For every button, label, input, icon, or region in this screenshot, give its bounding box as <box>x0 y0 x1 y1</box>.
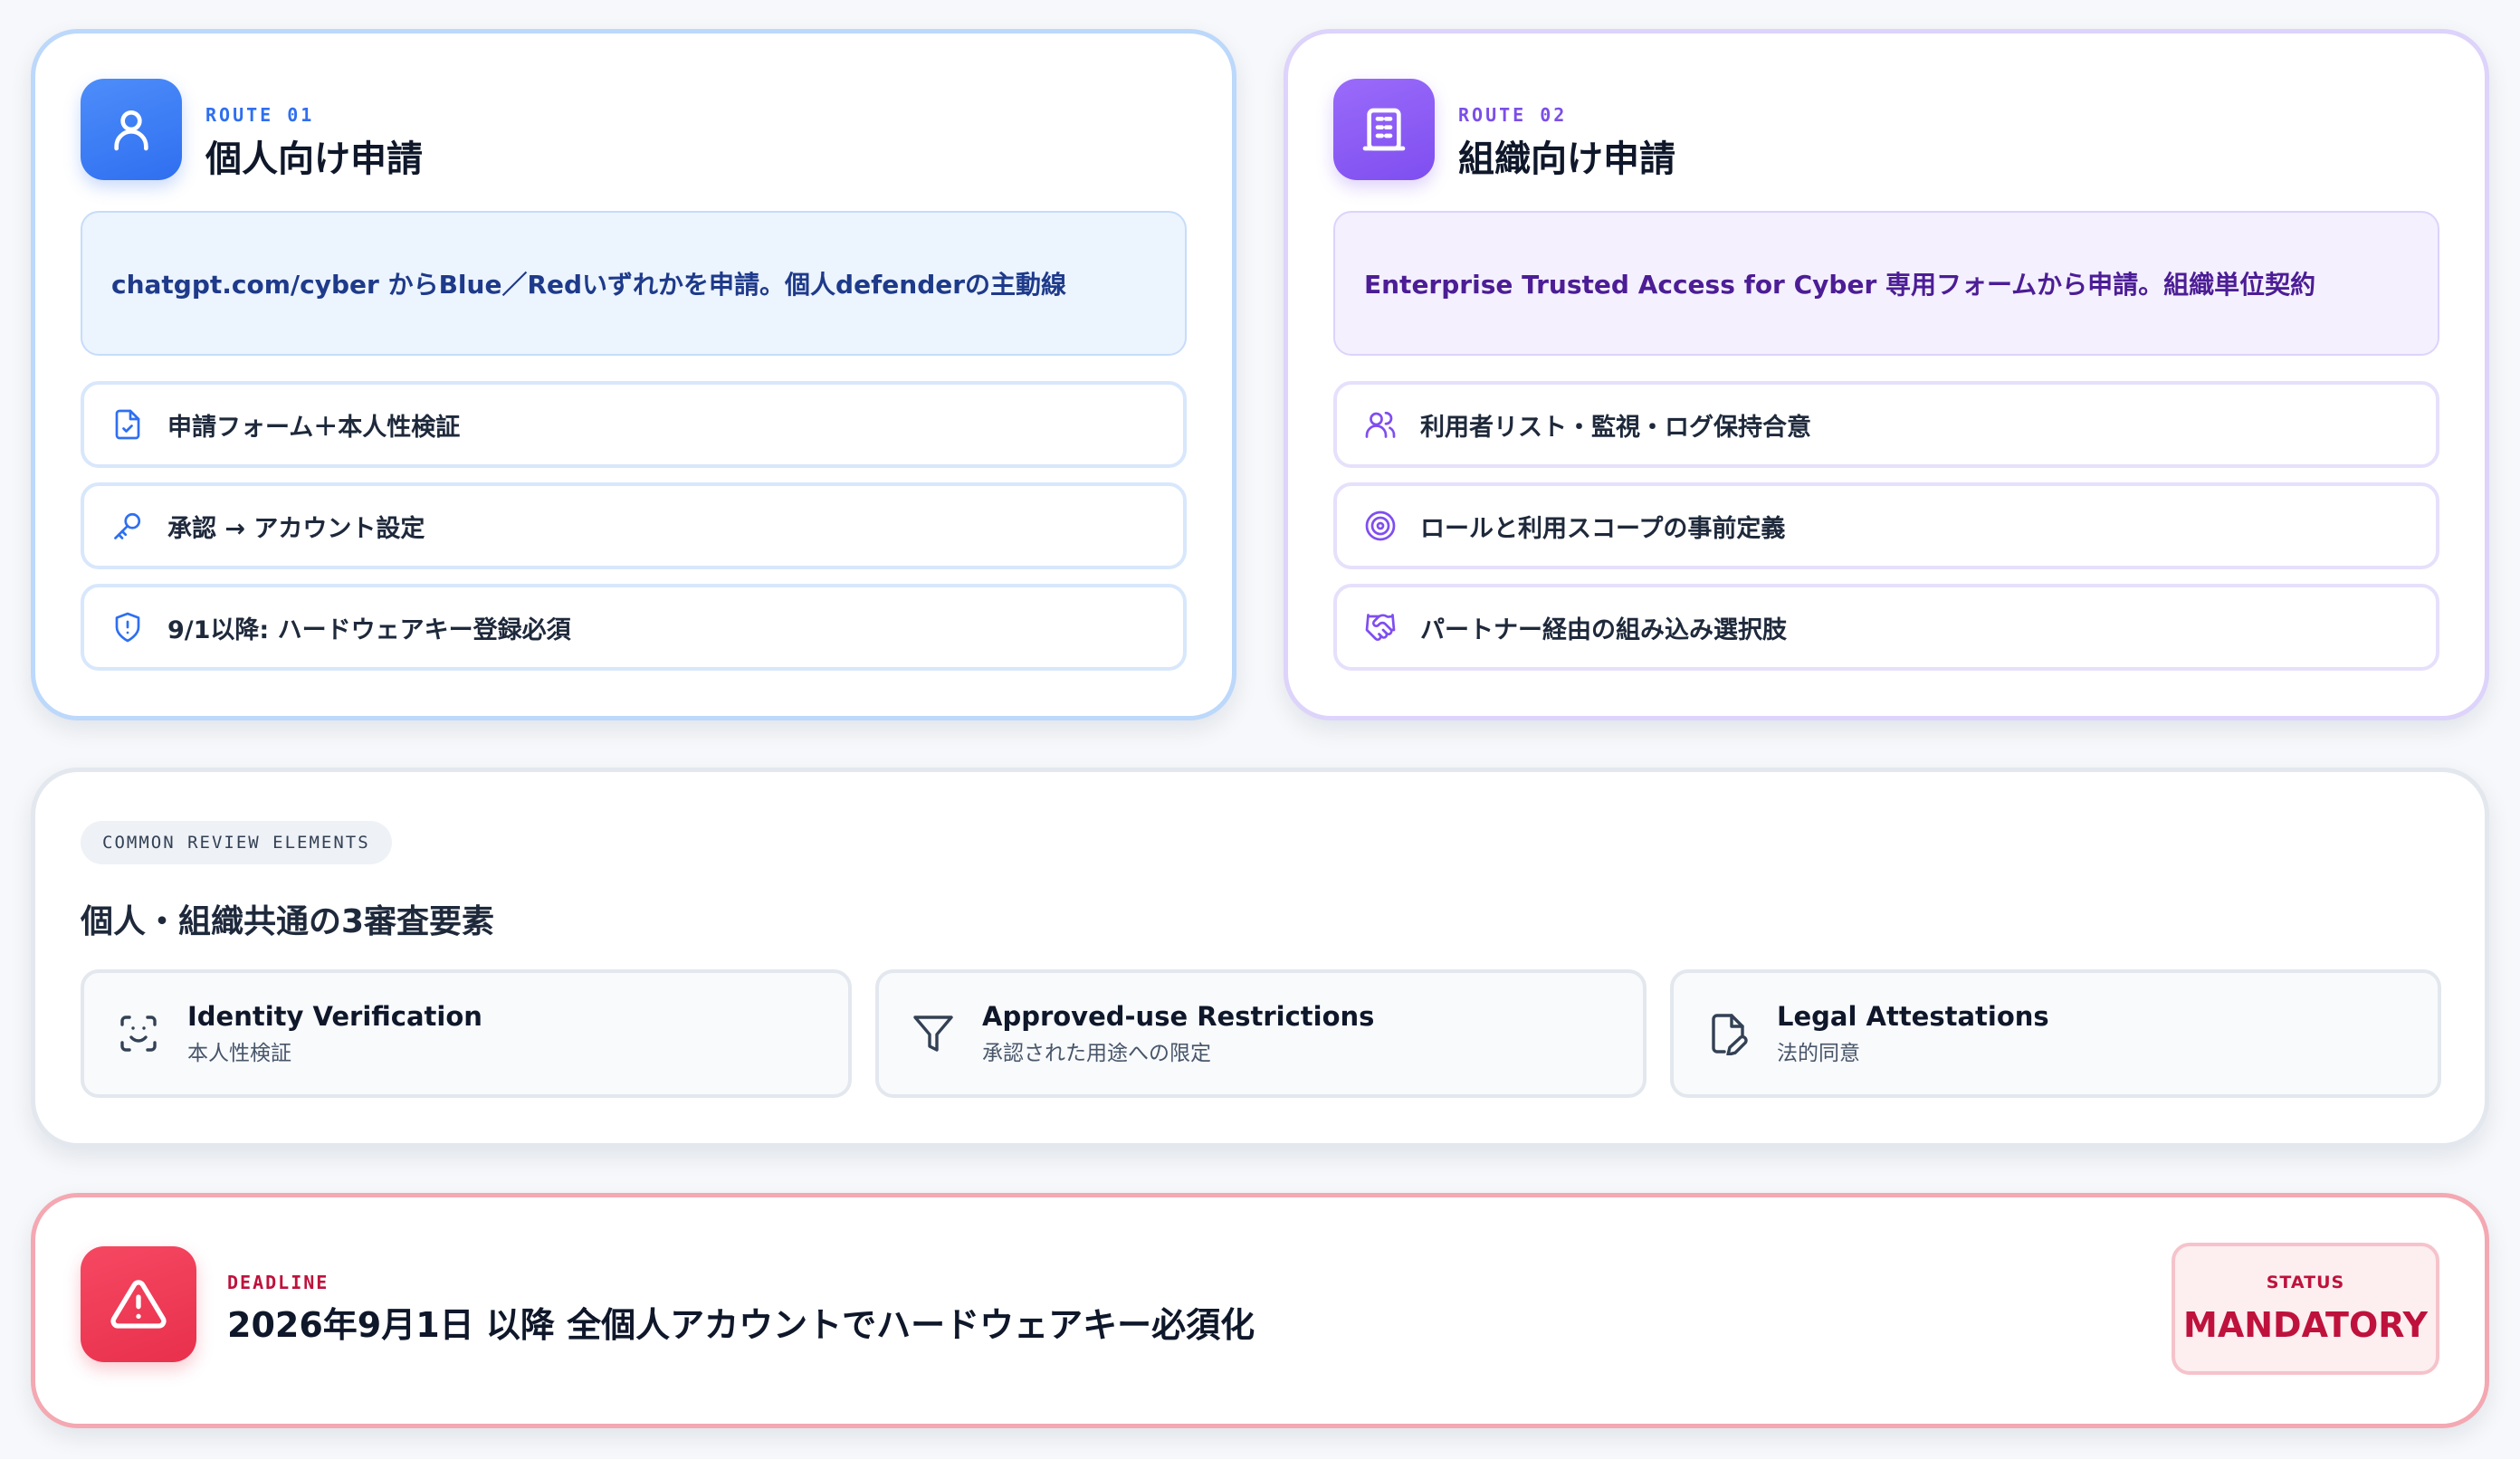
filter-icon <box>910 1010 957 1057</box>
review-title: Approved-use Restrictions <box>982 1001 1375 1032</box>
route-title: 個人向け申請 <box>205 138 423 180</box>
feature-text: 利用者リスト・監視・ログ保持合意 <box>1420 413 1811 442</box>
route-description: chatgpt.com/cyber からBlue／Redいずれかを申請。個人de… <box>81 211 1187 356</box>
review-subtitle: 法的同意 <box>1777 1042 1860 1065</box>
feature-item: パートナー経由の組み込み選択肢 <box>1333 584 2439 671</box>
feature-text: 9/1以降: ハードウェアキー登録必須 <box>167 615 571 644</box>
route-description: Enterprise Trusted Access for Cyber 専用フォ… <box>1333 211 2439 356</box>
route-label: ROUTE 01 <box>205 104 315 126</box>
status-value: MANDATORY <box>2183 1305 2428 1345</box>
route-label: ROUTE 02 <box>1458 104 1568 126</box>
warning-triangle-icon <box>81 1246 196 1362</box>
route-title: 組織向け申請 <box>1458 138 1675 180</box>
shield-alert-icon <box>110 609 146 645</box>
review-item: Legal Attestations 法的同意 <box>1670 969 2441 1098</box>
feature-text: 申請フォーム＋本人性検証 <box>167 413 461 442</box>
review-item: Approved-use Restrictions 承認された用途への限定 <box>875 969 1647 1098</box>
feature-text: ロールと利用スコープの事前定義 <box>1420 514 1786 543</box>
route-organization-card: ROUTE 02 組織向け申請 Enterprise Trusted Acces… <box>1284 29 2489 720</box>
key-icon <box>110 508 146 544</box>
review-title: Legal Attestations <box>1777 1001 2049 1032</box>
common-review-card: COMMON REVIEW ELEMENTS 個人・組織共通の3審査要素 Ide… <box>31 768 2489 1148</box>
building-icon <box>1333 79 1435 180</box>
users-icon <box>1362 406 1398 443</box>
status-label: STATUS <box>2266 1273 2345 1292</box>
deadline-card: DEADLINE 2026年9月1日 以降 全個人アカウントでハードウェアキー必… <box>31 1193 2489 1428</box>
user-icon <box>81 79 182 180</box>
deadline-title: 2026年9月1日 以降 全個人アカウントでハードウェアキー必須化 <box>227 1305 1255 1345</box>
feature-text: パートナー経由の組み込み選択肢 <box>1420 615 1787 644</box>
review-subtitle: 本人性検証 <box>187 1042 291 1065</box>
feature-item: 承認 → アカウント設定 <box>81 482 1187 569</box>
feature-item: ロールと利用スコープの事前定義 <box>1333 482 2439 569</box>
feature-item: 9/1以降: ハードウェアキー登録必須 <box>81 584 1187 671</box>
route-individual-card: ROUTE 01 個人向け申請 chatgpt.com/cyber からBlue… <box>31 29 1236 720</box>
review-subtitle: 承認された用途への限定 <box>982 1042 1211 1065</box>
handshake-icon <box>1362 609 1398 645</box>
file-check-icon <box>110 406 146 443</box>
feature-text: 承認 → アカウント設定 <box>167 514 425 543</box>
feature-item: 申請フォーム＋本人性検証 <box>81 381 1187 468</box>
review-item: Identity Verification 本人性検証 <box>81 969 852 1098</box>
review-title: Identity Verification <box>187 1001 482 1032</box>
target-icon <box>1362 508 1398 544</box>
section-pill: COMMON REVIEW ELEMENTS <box>81 821 392 864</box>
status-badge: STATUS MANDATORY <box>2172 1243 2439 1375</box>
file-signature-icon <box>1704 1010 1752 1057</box>
deadline-label: DEADLINE <box>227 1272 329 1293</box>
feature-item: 利用者リスト・監視・ログ保持合意 <box>1333 381 2439 468</box>
face-scan-icon <box>115 1010 162 1057</box>
section-title: 個人・組織共通の3審査要素 <box>81 903 495 940</box>
